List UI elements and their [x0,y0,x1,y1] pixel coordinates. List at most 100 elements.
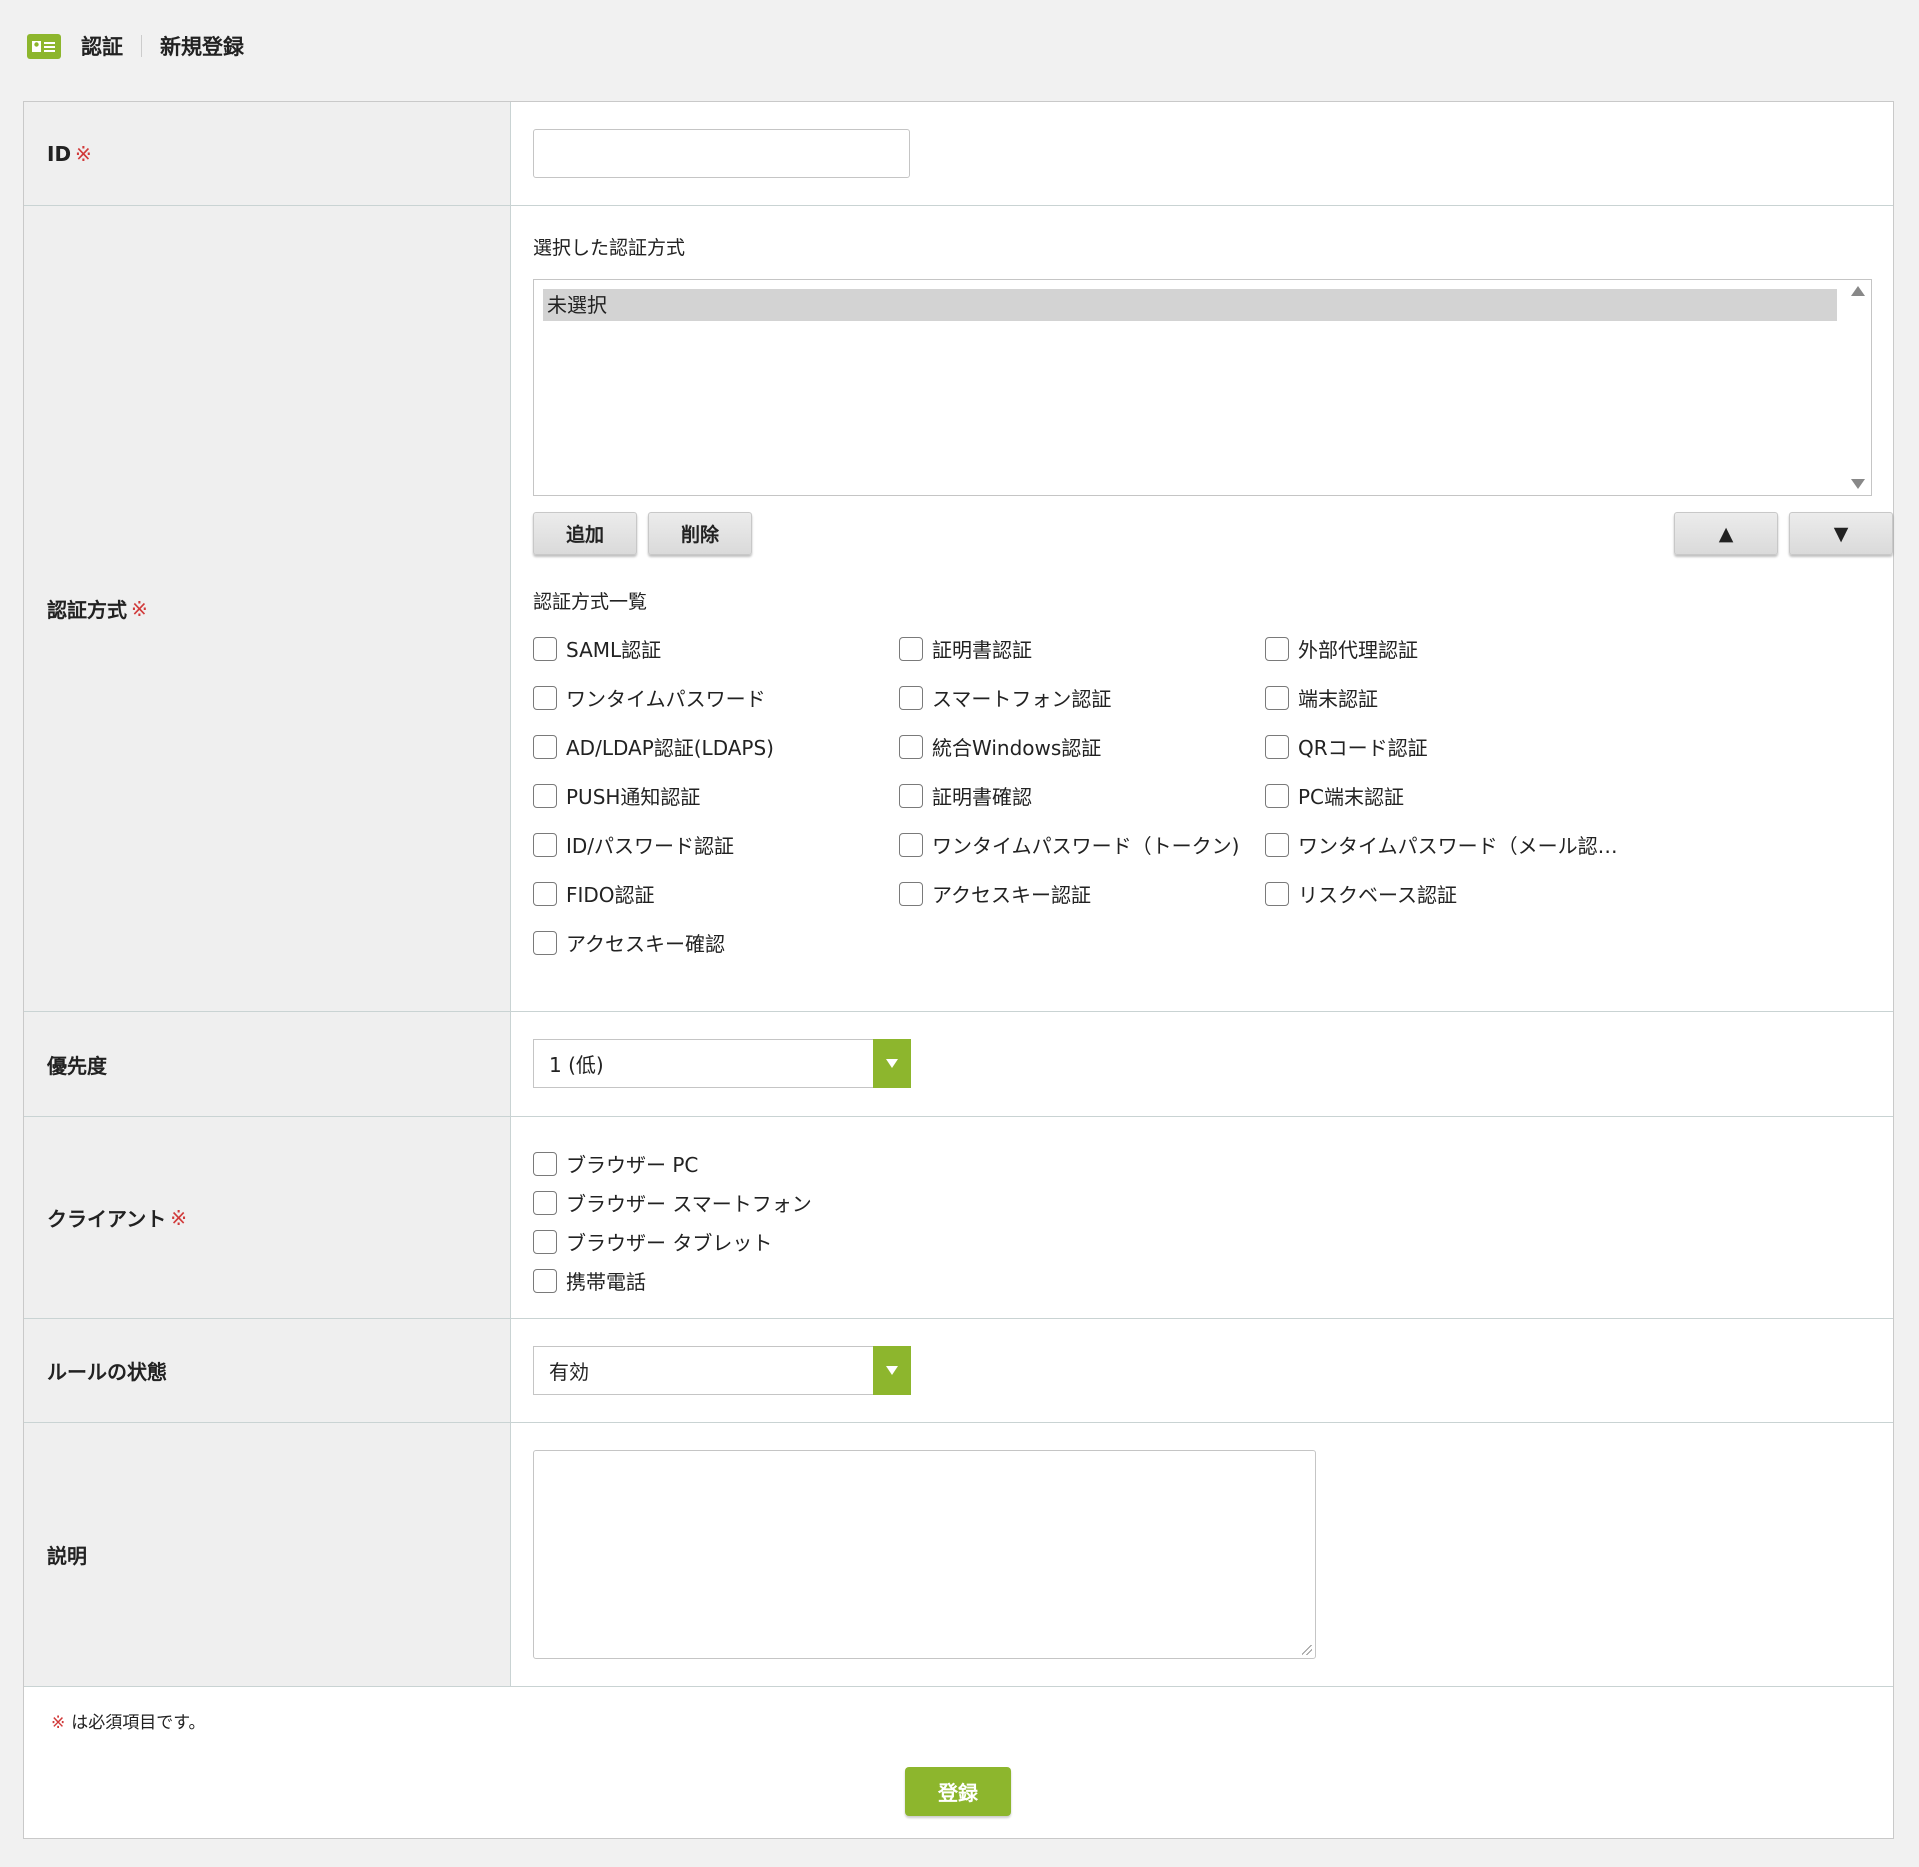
method-option-label: 統合Windows認証 [932,736,1102,760]
row-id: ID ※ [24,102,1893,206]
method-option-label: 外部代理認証 [1298,638,1418,662]
method-option[interactable]: 証明書確認 [899,781,1032,810]
method-option[interactable]: ID/パスワード認証 [533,830,734,859]
checkbox[interactable] [533,783,557,808]
move-down-button[interactable]: ▼ [1789,512,1893,555]
checkbox[interactable] [899,636,923,661]
caret-down-icon[interactable] [873,1346,911,1395]
row-priority: 優先度 1 (低) [24,1012,1893,1117]
method-option[interactable]: FIDO認証 [533,879,655,908]
method-option-label: AD/LDAP認証(LDAPS) [566,736,774,760]
method-option[interactable]: PC端末認証 [1265,781,1404,810]
priority-label: 優先度 [24,1012,511,1116]
required-note-text: は必須項目です。 [71,1713,206,1733]
selected-methods-listbox[interactable]: 未選択 [533,279,1872,496]
checkbox[interactable] [533,1229,557,1254]
checkbox[interactable] [1265,685,1289,710]
id-label-text: ID [47,141,72,166]
method-option-label: 証明書認証 [932,638,1032,662]
add-button[interactable]: 追加 [533,512,637,555]
caret-down-icon[interactable] [873,1039,911,1088]
method-option[interactable]: リスクベース認証 [1265,879,1457,908]
rule-state-label-text: ルールの状態 [47,1360,167,1384]
method-option-label: 証明書確認 [932,785,1032,809]
required-mark: ※ [51,1713,66,1733]
rule-state-label: ルールの状態 [24,1319,511,1422]
required-note: ※ は必須項目です。 [51,1708,206,1733]
method-option[interactable]: アクセスキー確認 [533,928,725,957]
client-option[interactable]: ブラウザー スマートフォン [533,1183,812,1222]
register-button[interactable]: 登録 [905,1767,1011,1816]
method-option[interactable]: スマートフォン認証 [899,683,1111,712]
rule-state-select-value: 有効 [549,1360,589,1384]
method-option[interactable]: AD/LDAP認証(LDAPS) [533,732,774,761]
checkbox[interactable] [1265,881,1289,906]
checkbox[interactable] [1265,734,1289,759]
scroll-up-icon[interactable] [1851,286,1865,296]
client-label-text: クライアント [47,1207,167,1231]
checkbox[interactable] [899,734,923,759]
client-option-label: 携帯電話 [566,1270,646,1294]
method-option-label: アクセスキー認証 [932,883,1091,907]
checkbox[interactable] [899,832,923,857]
method-option-label: ID/パスワード認証 [566,834,735,858]
auth-method-label-text: 認証方式 [47,598,127,622]
method-option[interactable]: ワンタイムパスワード（メール認… [1265,830,1618,859]
checkbox[interactable] [1265,783,1289,808]
checkbox[interactable] [533,636,557,661]
checkbox[interactable] [533,832,557,857]
checkbox[interactable] [533,881,557,906]
checkbox[interactable] [899,783,923,808]
client-option[interactable]: ブラウザー PC [533,1144,812,1183]
breadcrumb-separator [141,35,142,57]
breadcrumb-auth[interactable]: 認証 [81,31,123,61]
required-mark: ※ [131,596,148,621]
priority-label-text: 優先度 [47,1053,107,1078]
client-checkbox-list: ブラウザー PC ブラウザー スマートフォン ブラウザー タブレット 携帯電話 [533,1144,812,1300]
client-option-label: ブラウザー PC [566,1153,699,1177]
description-textarea[interactable] [533,1450,1316,1659]
method-option-label: PC端末認証 [1298,785,1405,809]
checkbox[interactable] [533,930,557,955]
method-option[interactable]: ワンタイムパスワード（トークン) [899,830,1239,859]
method-option-label: ワンタイムパスワード（トークン) [932,834,1240,858]
method-option[interactable]: 統合Windows認証 [899,732,1101,761]
method-option[interactable]: PUSH通知認証 [533,781,700,810]
checkbox[interactable] [533,1268,557,1293]
client-option[interactable]: 携帯電話 [533,1261,812,1300]
method-option[interactable]: 証明書認証 [899,634,1032,663]
checkbox[interactable] [1265,636,1289,661]
method-option-label: SAML認証 [566,638,662,662]
method-option[interactable]: 端末認証 [1265,683,1378,712]
resize-grip-icon[interactable] [1302,1645,1312,1655]
selected-methods-title: 選択した認証方式 [533,237,686,259]
checkbox[interactable] [533,1151,557,1176]
id-input[interactable] [533,129,910,178]
method-option-label: QRコード認証 [1298,736,1428,760]
checkbox[interactable] [533,685,557,710]
method-option[interactable]: アクセスキー認証 [899,879,1091,908]
move-up-button[interactable]: ▲ [1674,512,1778,555]
method-option[interactable]: SAML認証 [533,634,661,663]
checkbox[interactable] [533,1190,557,1215]
row-description: 説明 [24,1423,1893,1687]
client-option-label: ブラウザー スマートフォン [566,1192,812,1216]
rule-state-select[interactable]: 有効 [533,1346,911,1395]
client-label: クライアント ※ [24,1117,511,1318]
method-option[interactable]: QRコード認証 [1265,732,1428,761]
delete-button[interactable]: 削除 [648,512,752,555]
listbox-option[interactable]: 未選択 [543,289,1837,321]
id-card-icon [27,33,61,59]
checkbox[interactable] [1265,832,1289,857]
checkbox[interactable] [899,881,923,906]
method-option-label: ワンタイムパスワード [566,687,766,711]
method-list-title: 認証方式一覧 [533,591,648,613]
method-option[interactable]: 外部代理認証 [1265,634,1418,663]
checkbox[interactable] [899,685,923,710]
page-header: 認証 新規登録 [27,25,244,67]
priority-select[interactable]: 1 (低) [533,1039,911,1088]
checkbox[interactable] [533,734,557,759]
scroll-down-icon[interactable] [1851,479,1865,489]
client-option[interactable]: ブラウザー タブレット [533,1222,812,1261]
method-option[interactable]: ワンタイムパスワード [533,683,766,712]
